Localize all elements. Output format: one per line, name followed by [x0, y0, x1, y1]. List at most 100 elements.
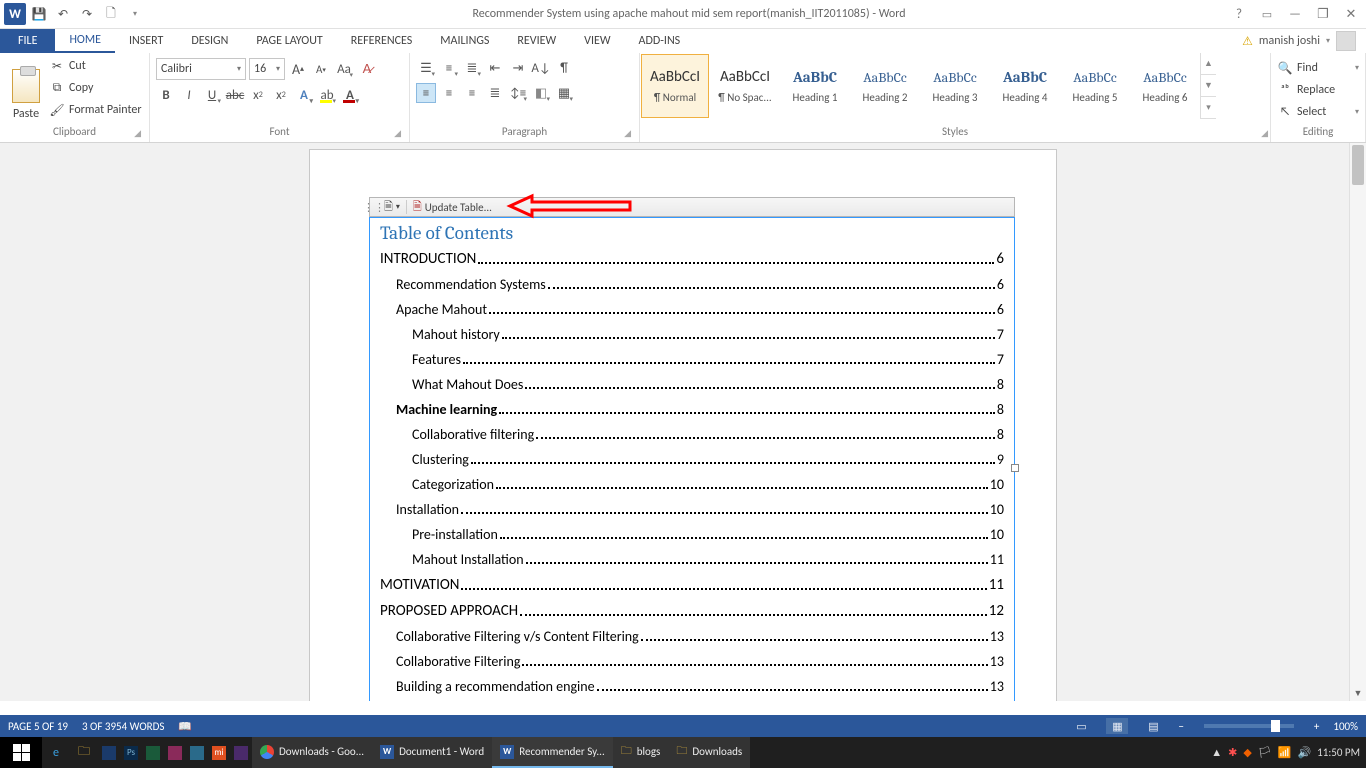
toc-entry[interactable]: Categorization10 — [380, 472, 1004, 497]
taskbar-app5-icon[interactable] — [230, 737, 252, 768]
toc-entry[interactable]: Mahout history7 — [380, 322, 1004, 347]
paste-button[interactable]: Paste — [6, 55, 46, 121]
tray-icon-2[interactable]: ◆ — [1243, 746, 1251, 759]
taskbar-app2-icon[interactable] — [142, 737, 164, 768]
superscript-button[interactable]: x2 — [271, 85, 291, 105]
shrink-font-icon[interactable]: A▾ — [311, 59, 331, 79]
subscript-button[interactable]: x2 — [248, 85, 268, 105]
font-size-selector[interactable]: 16▾ — [249, 58, 285, 80]
paragraph-dialog-icon[interactable]: ◢ — [624, 128, 631, 139]
toc-entry[interactable]: Collaborative Filtering v/s Content Filt… — [380, 624, 1004, 649]
shading-icon[interactable]: ◧▾ — [531, 83, 551, 103]
tray-icon-1[interactable]: ✱ — [1228, 746, 1237, 759]
close-icon[interactable]: ✕ — [1340, 7, 1362, 22]
tab-mailings[interactable]: MAILINGS — [426, 29, 503, 53]
minimize-icon[interactable]: — — [1284, 7, 1306, 22]
vertical-scrollbar[interactable]: ▲ ▼ — [1349, 143, 1366, 701]
view-web-icon[interactable]: ▤ — [1142, 718, 1164, 734]
font-color-icon[interactable]: A▾ — [340, 85, 360, 105]
help-icon[interactable]: ? — [1228, 7, 1250, 22]
account-area[interactable]: ⚠ manish joshi ▾ — [1242, 29, 1366, 53]
status-words[interactable]: 3 OF 3954 WORDS — [82, 720, 164, 733]
tab-design[interactable]: DESIGN — [177, 29, 242, 53]
tray-flag-icon[interactable]: 🏳 — [1258, 746, 1272, 759]
clear-formatting-icon[interactable]: A̷ — [357, 59, 377, 79]
underline-button[interactable]: U▾ — [202, 85, 222, 105]
strike-button[interactable]: abc — [225, 85, 245, 105]
ribbon-display-icon[interactable]: ▭ — [1256, 8, 1278, 21]
taskbar-explorer-icon[interactable]: 🗀 — [70, 737, 98, 768]
zoom-in-icon[interactable]: + — [1314, 720, 1319, 733]
taskbar-mi-icon[interactable]: mi — [208, 737, 230, 768]
start-button[interactable] — [0, 737, 42, 768]
taskbar-app1-icon[interactable] — [98, 737, 120, 768]
new-doc-icon[interactable]: 🗋 — [100, 3, 122, 25]
task-downloads---goo---[interactable]: Downloads - Goo... — [252, 737, 372, 768]
cut-button[interactable]: ✂Cut — [49, 56, 142, 76]
text-effects-icon[interactable]: A▾ — [294, 85, 314, 105]
style-scroll[interactable]: ▲▼▾ — [1200, 53, 1216, 119]
sort-icon[interactable]: A↓ — [531, 58, 551, 78]
tray-network-icon[interactable]: 📶 — [1278, 746, 1292, 759]
toc-grip-icon[interactable]: ⋮⋮ — [370, 201, 378, 214]
toc-menu-button[interactable]: 🗎▾ — [378, 198, 406, 216]
taskbar-app3-icon[interactable] — [164, 737, 186, 768]
tab-view[interactable]: VIEW — [570, 29, 624, 53]
toc-entry[interactable]: Installation10 — [380, 497, 1004, 522]
taskbar-app4-icon[interactable] — [186, 737, 208, 768]
toc-entry[interactable]: Clustering9 — [380, 447, 1004, 472]
view-read-icon[interactable]: ▭ — [1070, 718, 1092, 734]
toc-entry[interactable]: What Mahout Does8 — [380, 372, 1004, 397]
tray-volume-icon[interactable]: 🔊 — [1297, 746, 1311, 759]
style-heading-2[interactable]: AaBbCcHeading 2 — [851, 54, 919, 118]
task-document1---word[interactable]: WDocument1 - Word — [372, 737, 492, 768]
tab-file[interactable]: FILE — [0, 29, 55, 53]
increase-indent-icon[interactable]: ⇥ — [508, 58, 528, 78]
task-blogs[interactable]: 🗀blogs — [613, 737, 669, 768]
update-table-button[interactable]: 🗎Update Table... — [407, 198, 498, 216]
style---no-spac---[interactable]: AaBbCcI¶ No Spac... — [711, 54, 779, 118]
task-downloads[interactable]: 🗀Downloads — [668, 737, 750, 768]
tray-clock[interactable]: 11:50 PM — [1317, 746, 1360, 759]
select-button[interactable]: ↖Select▾ — [1277, 102, 1359, 122]
tab-page-layout[interactable]: PAGE LAYOUT — [242, 29, 336, 53]
bold-button[interactable]: B — [156, 85, 176, 105]
tab-insert[interactable]: INSERT — [115, 29, 177, 53]
font-dialog-icon[interactable]: ◢ — [394, 128, 401, 139]
taskbar-ps-icon[interactable]: Ps — [120, 737, 142, 768]
multilevel-icon[interactable]: ≣▾ — [462, 58, 482, 78]
bullets-icon[interactable]: ☰▾ — [416, 58, 436, 78]
style-heading-3[interactable]: AaBbCcHeading 3 — [921, 54, 989, 118]
find-button[interactable]: 🔍Find▾ — [1277, 58, 1359, 78]
toc-entry[interactable]: Pre-installation10 — [380, 522, 1004, 547]
toc-entry[interactable]: Apache Mahout6 — [380, 297, 1004, 322]
copy-button[interactable]: ⧉Copy — [49, 78, 142, 98]
toc-container[interactable]: Table of Contents INTRODUCTION6Recommend… — [369, 217, 1015, 701]
align-right-icon[interactable]: ≡ — [462, 83, 482, 103]
qat-customize-icon[interactable]: ▾ — [124, 3, 146, 25]
style-heading-6[interactable]: AaBbCcHeading 6 — [1131, 54, 1199, 118]
style-heading-5[interactable]: AaBbCcHeading 5 — [1061, 54, 1129, 118]
toc-entry[interactable]: Collaborative filtering8 — [380, 422, 1004, 447]
zoom-level[interactable]: 100% — [1333, 720, 1358, 733]
borders-icon[interactable]: ▦▾ — [554, 83, 574, 103]
tab-home[interactable]: HOME — [55, 29, 115, 53]
toc-entry[interactable]: Features7 — [380, 347, 1004, 372]
line-spacing-icon[interactable]: ↕≡▾ — [508, 83, 528, 103]
toc-entry[interactable]: MOTIVATION11 — [380, 572, 1004, 598]
taskbar-ie-icon[interactable]: e — [42, 737, 70, 768]
change-case-icon[interactable]: Aa▾ — [334, 59, 354, 79]
toc-entry[interactable]: INTRODUCTION6 — [380, 246, 1004, 272]
clipboard-dialog-icon[interactable]: ◢ — [134, 128, 141, 139]
task-recommender-sy---[interactable]: WRecommender Sy... — [492, 737, 613, 768]
restore-icon[interactable]: ❐ — [1312, 7, 1334, 22]
status-page[interactable]: PAGE 5 OF 19 — [8, 720, 68, 733]
toc-entry[interactable]: Mahout Installation11 — [380, 547, 1004, 572]
justify-icon[interactable]: ≣ — [485, 83, 505, 103]
status-proof-icon[interactable]: 📖 — [178, 720, 192, 733]
replace-button[interactable]: ᵃᵇReplace — [1277, 80, 1359, 100]
highlight-icon[interactable]: ab▾ — [317, 85, 337, 105]
toc-entry[interactable]: Building a recommendation engine13 — [380, 674, 1004, 699]
document-area[interactable]: ⋮⋮ 🗎▾ 🗎Update Table... Table of Contents… — [0, 143, 1366, 701]
tab-references[interactable]: REFERENCES — [337, 29, 427, 53]
